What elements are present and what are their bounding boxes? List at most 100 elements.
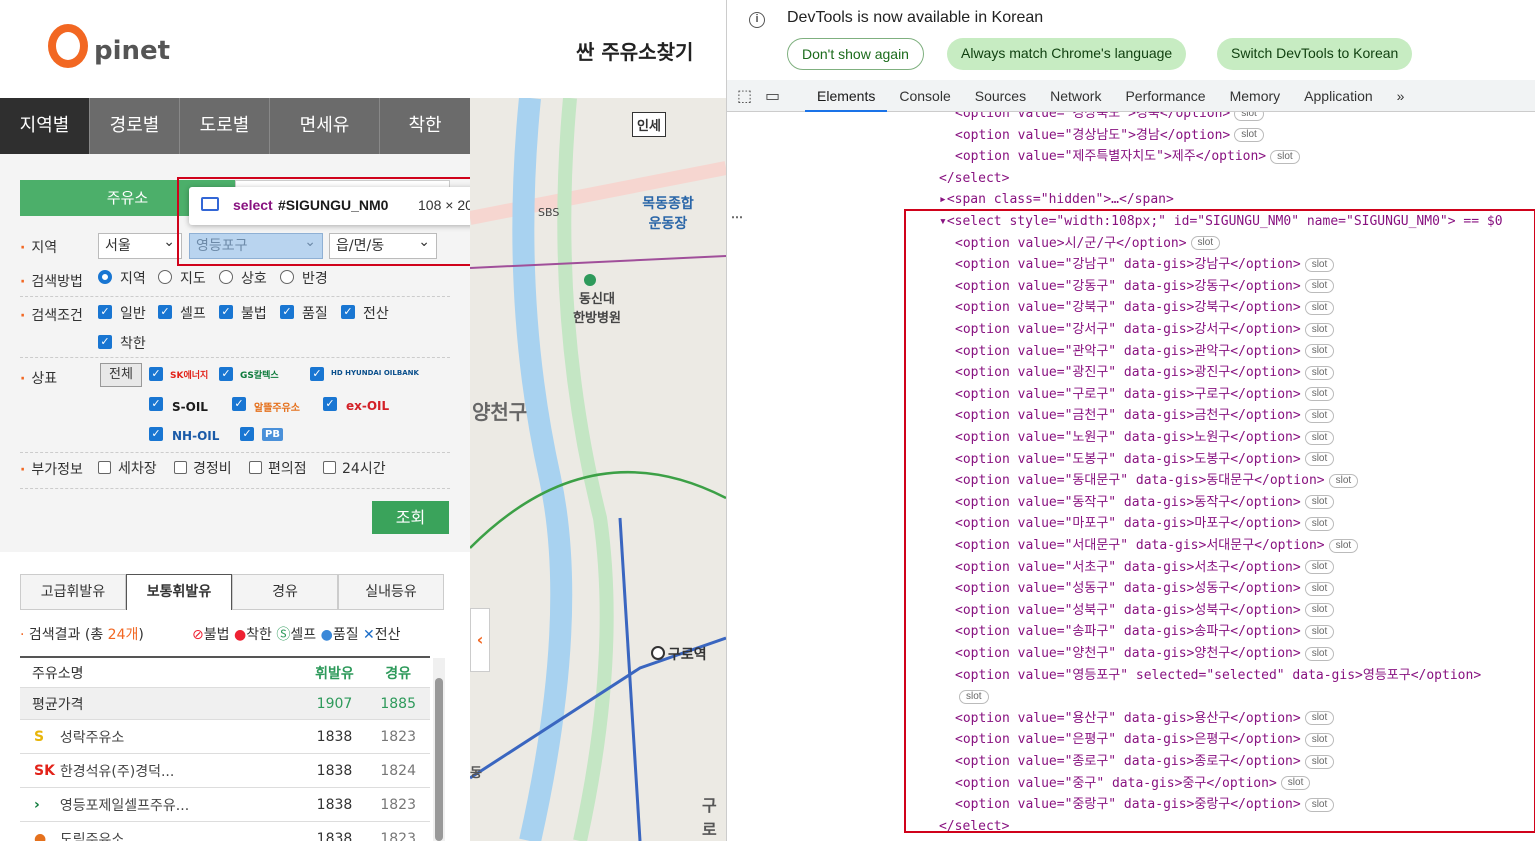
brand-check-sk[interactable]: ✓ <box>149 367 163 381</box>
opinet-logo[interactable]: pinet <box>48 24 171 72</box>
dom-node[interactable]: <option value="경상북도">경북</option> slot <box>955 112 1264 124</box>
opinet-page: pinet 싼 주유소찾기 지역별 경로별 도로별 면세유 착한 주유소 지역 … <box>0 0 726 841</box>
method-radio-radius[interactable] <box>280 270 294 284</box>
info-icon: i <box>749 12 765 28</box>
table-row[interactable]: S 성락주유소 1838 1823 <box>20 720 430 754</box>
extra-label: 부가정보 <box>20 459 83 479</box>
tab-network[interactable]: Network <box>1038 80 1113 112</box>
tab-premium[interactable]: 고급휘발유 <box>20 574 126 610</box>
tooltip-id: #SIGUNGU_NM0 <box>278 197 389 213</box>
sido-select[interactable]: 서울 <box>98 230 182 259</box>
cond-check-computer[interactable]: ✓ <box>341 305 355 319</box>
device-toggle-icon[interactable]: ▭ <box>765 86 805 105</box>
tab-application[interactable]: Application <box>1292 80 1385 112</box>
slot-badge[interactable]: slot <box>1270 149 1300 164</box>
extra-check-24h[interactable] <box>323 461 336 474</box>
tab-regular[interactable]: 보통휘발유 <box>126 574 232 610</box>
info-text: DevTools is now available in Korean <box>787 9 1044 26</box>
results-scrollbar[interactable] <box>433 658 445 841</box>
brand-check-gs[interactable]: ✓ <box>219 367 233 381</box>
search-submit-button[interactable]: 조회 <box>372 501 449 534</box>
switch-korean-button[interactable]: Switch DevTools to Korean <box>1217 38 1413 70</box>
ellipsis-icon[interactable]: ⋯ <box>731 210 743 224</box>
ex-oil-logo: ex-OIL <box>346 399 390 413</box>
cond-check-good[interactable]: ✓ <box>98 335 112 349</box>
tab-kerosene[interactable]: 실내등유 <box>338 574 444 610</box>
nh-oil-logo: NH-OIL <box>172 429 220 443</box>
results-panel: 고급휘발유 보통휘발유 경유 실내등유 · 검색결과 (총 24개) ⊘불법 ●… <box>0 552 470 841</box>
dom-node[interactable]: ▸<span class="hidden">…</span> <box>939 190 1174 210</box>
logo-text: pinet <box>94 36 171 66</box>
tab-diesel[interactable]: 경유 <box>232 574 338 610</box>
extra-check-carwash[interactable] <box>98 461 111 474</box>
gs-logo: GS칼텍스 <box>240 371 279 381</box>
table-row[interactable]: › 영등포제일셀프주유... 1838 1823 <box>20 788 430 822</box>
tab-road[interactable]: 도로별 <box>180 98 270 154</box>
brand-all-button[interactable]: 전체 <box>100 363 142 387</box>
brand-check-alddeul[interactable]: ✓ <box>232 397 246 411</box>
dom-node[interactable]: <option value="경상남도">경남</option> slot <box>955 126 1264 146</box>
tab-good[interactable]: 착한 <box>380 98 470 154</box>
brand-check-exoil[interactable]: ✓ <box>323 397 337 411</box>
table-header: 주유소명 휘발유 경유 <box>20 658 430 688</box>
tab-region[interactable]: 지역별 <box>0 98 90 154</box>
slot-badge[interactable]: slot <box>1234 128 1264 143</box>
more-tabs-icon[interactable]: » <box>1385 80 1417 112</box>
cond-check-normal[interactable]: ✓ <box>98 305 112 319</box>
alddeul-icon: ● <box>34 831 47 841</box>
divider <box>20 452 450 453</box>
match-chrome-language-button[interactable]: Always match Chrome's language <box>947 38 1187 70</box>
extra-carwash-text: 세차장 <box>118 461 157 477</box>
method-radius-text: 반경 <box>302 271 328 287</box>
self-icon: Ⓢ <box>276 627 291 643</box>
scroll-thumb[interactable] <box>435 678 443 841</box>
brand-check-hd[interactable]: ✓ <box>310 367 324 381</box>
sk-icon: SK <box>34 762 55 779</box>
map-label: 구로 <box>702 796 717 839</box>
main-tabs: 지역별 경로별 도로별 면세유 착한 <box>0 98 470 154</box>
results-table: 주유소명 휘발유 경유 평균가격 1907 1885 S 성락주유소 1838 … <box>20 656 430 841</box>
cond-check-illegal[interactable]: ✓ <box>219 305 233 319</box>
tab-elements[interactable]: Elements <box>805 80 888 112</box>
map-view[interactable]: 인세 SBS 목동종합 운동장 동신대 한방병원 양천구 구로역 구로 동 ‹ <box>470 98 726 841</box>
dont-show-again-button[interactable]: Don't show again <box>787 38 924 70</box>
logo-o-mark <box>48 24 88 68</box>
tab-taxfree[interactable]: 면세유 <box>270 98 380 154</box>
dom-node[interactable]: </select> <box>939 169 1009 189</box>
brand-check-pb[interactable]: ✓ <box>240 427 254 441</box>
extra-check-repair[interactable] <box>174 461 187 474</box>
cond-check-quality[interactable]: ✓ <box>280 305 294 319</box>
extra-check-store[interactable] <box>249 461 262 474</box>
tab-console[interactable]: Console <box>887 80 962 112</box>
method-region-text: 지역 <box>120 271 146 287</box>
fuel-tabs: 고급휘발유 보통휘발유 경유 실내등유 <box>20 574 444 610</box>
dom-node[interactable]: <option value="제주특별자치도">제주</option> slot <box>955 147 1300 167</box>
gs-icon: › <box>34 796 40 813</box>
legend: ⊘불법 ●착한 Ⓢ셀프 ●품질 ✕전산 <box>192 627 401 643</box>
tab-sources[interactable]: Sources <box>963 80 1038 112</box>
inspector-tooltip: select #SIGUNGU_NM0 108 × 20 <box>189 187 490 225</box>
s-oil-logo: S-OIL <box>172 400 208 414</box>
slot-badge[interactable]: slot <box>1234 112 1264 121</box>
collapse-panel-button[interactable]: ‹ <box>470 608 490 672</box>
grid-icon <box>201 197 219 211</box>
table-row[interactable]: SK 한경석유(주)경덕... 1838 1824 <box>20 754 430 788</box>
tab-route[interactable]: 경로별 <box>90 98 180 154</box>
tab-memory[interactable]: Memory <box>1218 80 1293 112</box>
cond-check-self[interactable]: ✓ <box>158 305 172 319</box>
brand-check-soil[interactable]: ✓ <box>149 397 163 411</box>
cond-label: 검색조건 <box>20 305 83 325</box>
inspect-icon[interactable]: ⬚ <box>737 86 765 105</box>
table-row[interactable]: ● 도림주유소 1838 1823 <box>20 822 430 841</box>
method-radio-name[interactable] <box>219 270 233 284</box>
method-radio-map[interactable] <box>158 270 172 284</box>
result-count: 24개 <box>107 627 139 643</box>
brand-check-nhoil[interactable]: ✓ <box>149 427 163 441</box>
avg-row: 평균가격 1907 1885 <box>20 688 430 720</box>
alddeul-logo: 알뜰주유소 <box>254 403 300 414</box>
result-summary: · 검색결과 (총 24개) <box>20 627 144 643</box>
method-radio-region[interactable] <box>98 270 112 284</box>
tab-performance[interactable]: Performance <box>1113 80 1217 112</box>
map-label: 양천구 <box>472 400 528 424</box>
pb-logo: PB <box>262 428 283 441</box>
